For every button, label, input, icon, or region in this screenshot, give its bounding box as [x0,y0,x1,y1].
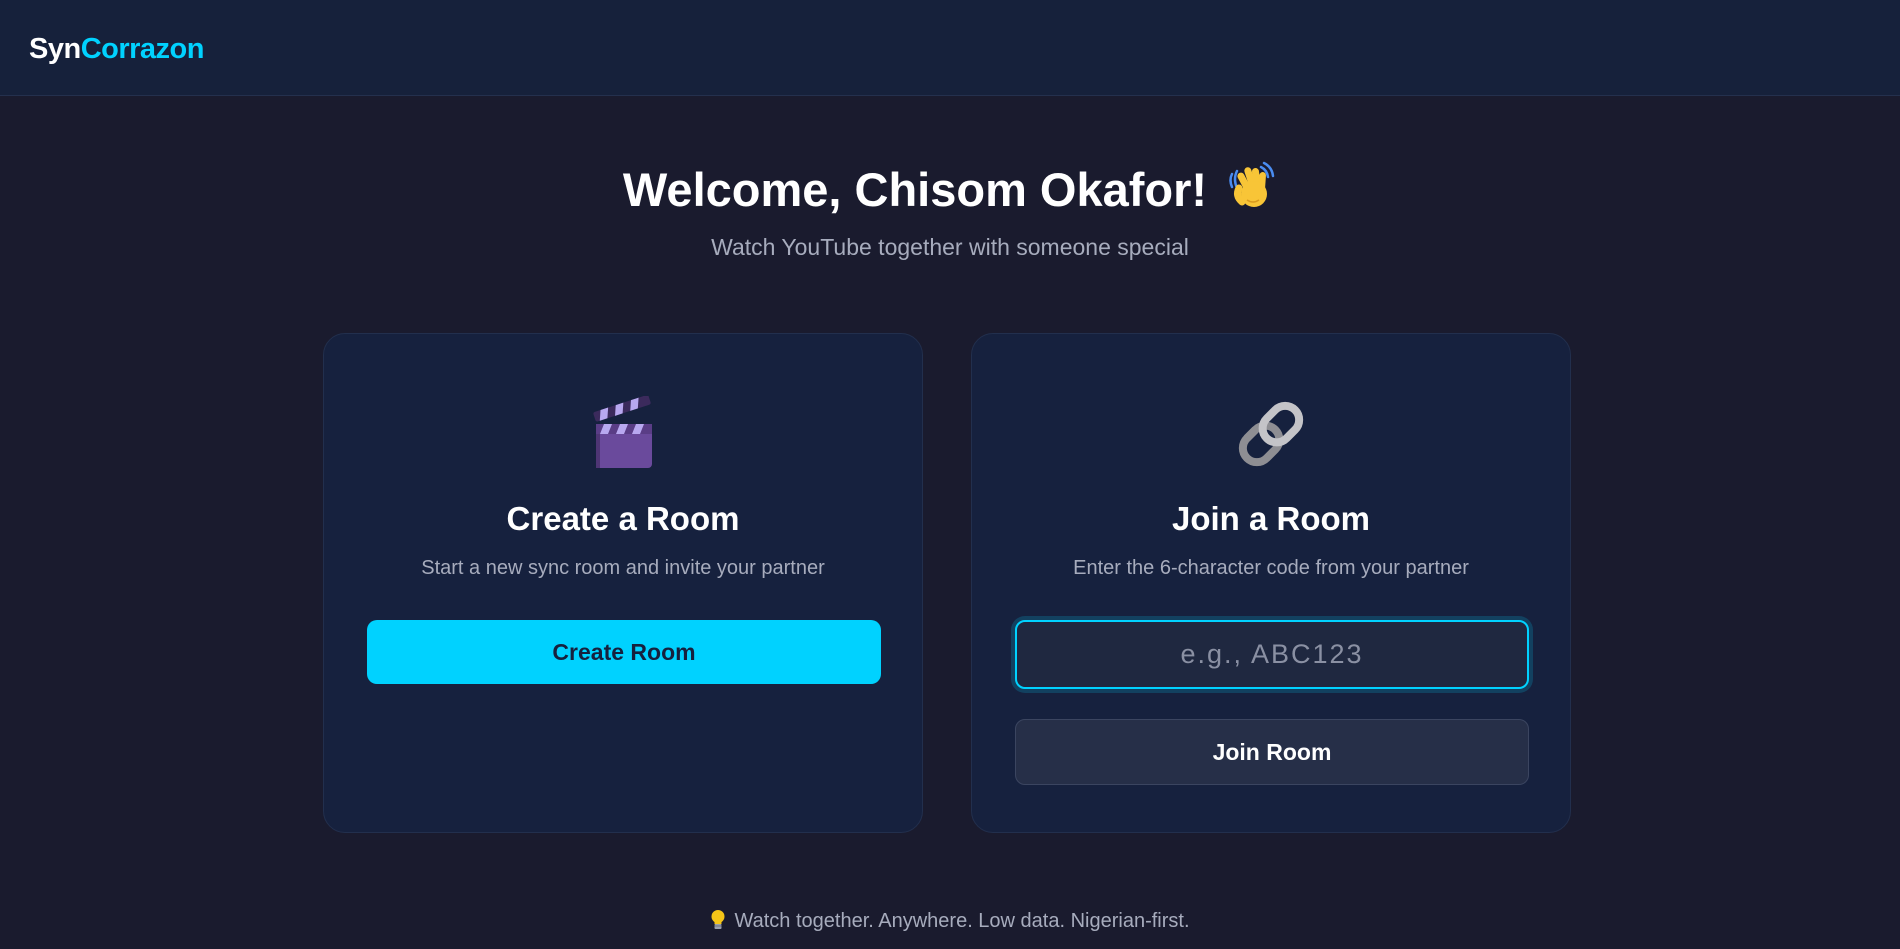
welcome-subtitle: Watch YouTube together with someone spec… [711,234,1189,260]
footer-text: Watch together. Anywhere. Low data. Nige… [734,910,1190,932]
logo-text-corrazon: Corrazon [80,33,205,65]
waving-hand-icon [1225,160,1277,226]
join-room-card: Join a Room Enter the 6-character code f… [971,333,1571,833]
create-room-card: Create a Room Start a new sync room and … [323,333,923,833]
join-room-button[interactable]: Join Room [1015,719,1529,785]
room-code-input[interactable] [1015,620,1529,689]
join-room-title: Join a Room [1171,500,1371,537]
footer-tagline: Watch together. Anywhere. Low data. Nige… [0,908,1900,938]
create-room-button[interactable]: Create Room [367,620,881,684]
logo-text-syn: Syn [29,33,81,65]
create-room-description: Start a new sync room and invite your pa… [421,557,825,579]
app-logo[interactable]: SynCorrazon [29,32,204,66]
link-icon [972,396,1570,476]
welcome-heading: Welcome, Chisom Okafor! [0,160,1900,226]
create-room-title: Create a Room [506,500,740,537]
clapperboard-icon [324,395,922,476]
lightbulb-icon [710,909,726,938]
join-room-description: Enter the 6-character code from your par… [1073,557,1469,579]
top-navbar: SynCorrazon [0,0,1900,96]
welcome-title: Welcome, Chisom Okafor! [622,163,1208,216]
